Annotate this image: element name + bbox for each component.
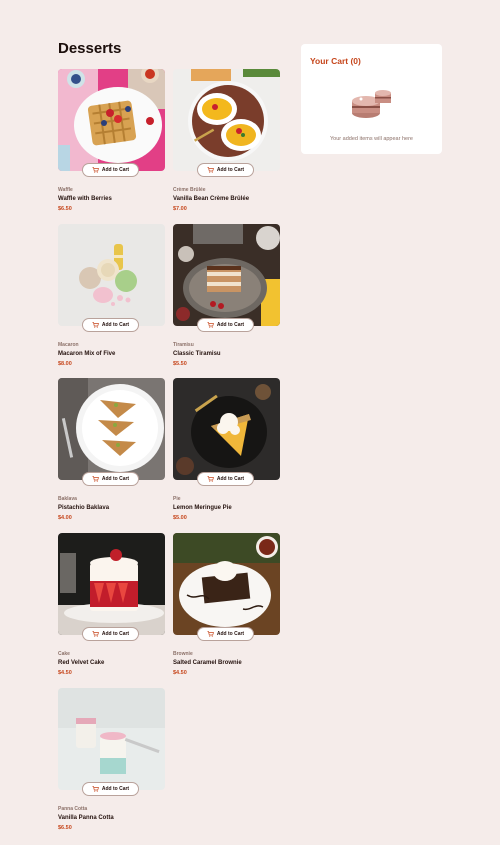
product-image-macaron[interactable] <box>58 224 165 326</box>
product-category: Waffle <box>58 187 73 193</box>
cart-plus-icon <box>92 322 99 328</box>
product-price: $6.50 <box>58 825 72 831</box>
product-name: Macaron Mix of Five <box>58 351 116 357</box>
product-category: Baklava <box>58 496 77 502</box>
product-name: Pistachio Baklava <box>58 505 110 511</box>
product-image-tiramisu[interactable] <box>173 224 280 326</box>
add-to-cart-label: Add to Cart <box>101 167 130 173</box>
product-price: $4.50 <box>173 670 187 676</box>
cart-empty-message: Your added items will appear here <box>330 136 413 142</box>
product-name: Lemon Meringue Pie <box>173 505 232 511</box>
cart-plus-icon <box>92 476 99 482</box>
product-card: Add to Cart Macaron Macaron Mix of Five … <box>58 224 165 367</box>
cart-plus-icon <box>207 322 214 328</box>
product-card: Add to Cart Waffle Waffle with Berries $… <box>58 69 165 212</box>
product-price: $4.50 <box>58 670 72 676</box>
product-category: Brownie <box>173 651 193 657</box>
cart-plus-icon <box>92 631 99 637</box>
product-card: Add to Cart Panna Cotta Vanilla Panna Co… <box>58 688 165 831</box>
product-price: $7.00 <box>173 206 187 212</box>
product-category: Tiramisu <box>173 342 194 348</box>
cart-plus-icon <box>207 631 214 637</box>
product-image-creme-brulee[interactable] <box>173 69 280 171</box>
product-name: Waffle with Berries <box>58 196 112 202</box>
product-card: Add to Cart Cake Red Velvet Cake $4.50 <box>58 533 165 676</box>
product-price: $5.00 <box>173 515 187 521</box>
empty-cart-illustration <box>352 90 391 118</box>
cart-title: Your Cart (0) <box>310 56 361 66</box>
add-to-cart-label: Add to Cart <box>216 322 245 328</box>
product-category: Macaron <box>58 342 79 348</box>
cart-plus-icon <box>92 786 99 792</box>
add-to-cart-label: Add to Cart <box>101 322 130 328</box>
cart-plus-icon <box>207 476 214 482</box>
add-to-cart-button[interactable]: Add to Cart <box>82 472 139 486</box>
product-name: Red Velvet Cake <box>58 660 105 666</box>
add-to-cart-button[interactable]: Add to Cart <box>82 318 139 332</box>
product-price: $4.00 <box>58 515 72 521</box>
add-to-cart-label: Add to Cart <box>101 786 130 792</box>
product-price: $8.00 <box>58 361 72 367</box>
product-image-pie[interactable] <box>173 378 280 480</box>
add-to-cart-button[interactable]: Add to Cart <box>197 163 254 177</box>
product-name: Vanilla Panna Cotta <box>58 815 114 821</box>
product-category: Cake <box>58 651 70 657</box>
product-category: Panna Cotta <box>58 806 88 812</box>
product-card: Add to Cart Baklava Pistachio Baklava $4… <box>58 378 165 521</box>
page-title: Desserts <box>58 40 122 57</box>
cart-plus-icon <box>207 167 214 173</box>
add-to-cart-button[interactable]: Add to Cart <box>197 472 254 486</box>
product-name: Classic Tiramisu <box>173 351 221 357</box>
product-image-panna-cotta[interactable] <box>58 688 165 790</box>
product-card: Add to Cart Tiramisu Classic Tiramisu $5… <box>173 224 280 367</box>
add-to-cart-label: Add to Cart <box>216 631 245 637</box>
add-to-cart-label: Add to Cart <box>216 476 245 482</box>
product-category: Pie <box>173 496 181 502</box>
product-name: Salted Caramel Brownie <box>173 660 242 666</box>
product-category: Crème Brûlée <box>173 187 206 193</box>
product-image-baklava[interactable] <box>58 378 165 480</box>
product-card: Add to Cart Crème Brûlée Vanilla Bean Cr… <box>173 69 280 212</box>
product-card: Add to Cart Pie Lemon Meringue Pie $5.00 <box>173 378 280 521</box>
product-image-brownie[interactable] <box>173 533 280 635</box>
add-to-cart-label: Add to Cart <box>101 476 130 482</box>
product-price: $5.50 <box>173 361 187 367</box>
product-name: Vanilla Bean Crème Brûlée <box>173 196 250 202</box>
add-to-cart-label: Add to Cart <box>216 167 245 173</box>
product-image-cake[interactable] <box>58 533 165 635</box>
product-price: $6.50 <box>58 206 72 212</box>
add-to-cart-button[interactable]: Add to Cart <box>197 627 254 641</box>
cart-plus-icon <box>92 167 99 173</box>
cart-panel: Your Cart (0) Your added items will appe… <box>301 44 442 154</box>
add-to-cart-button[interactable]: Add to Cart <box>82 782 139 796</box>
product-card: Add to Cart Brownie Salted Caramel Brown… <box>173 533 280 676</box>
add-to-cart-button[interactable]: Add to Cart <box>82 627 139 641</box>
add-to-cart-button[interactable]: Add to Cart <box>82 163 139 177</box>
product-image-waffle[interactable] <box>58 69 165 171</box>
add-to-cart-button[interactable]: Add to Cart <box>197 318 254 332</box>
add-to-cart-label: Add to Cart <box>101 631 130 637</box>
